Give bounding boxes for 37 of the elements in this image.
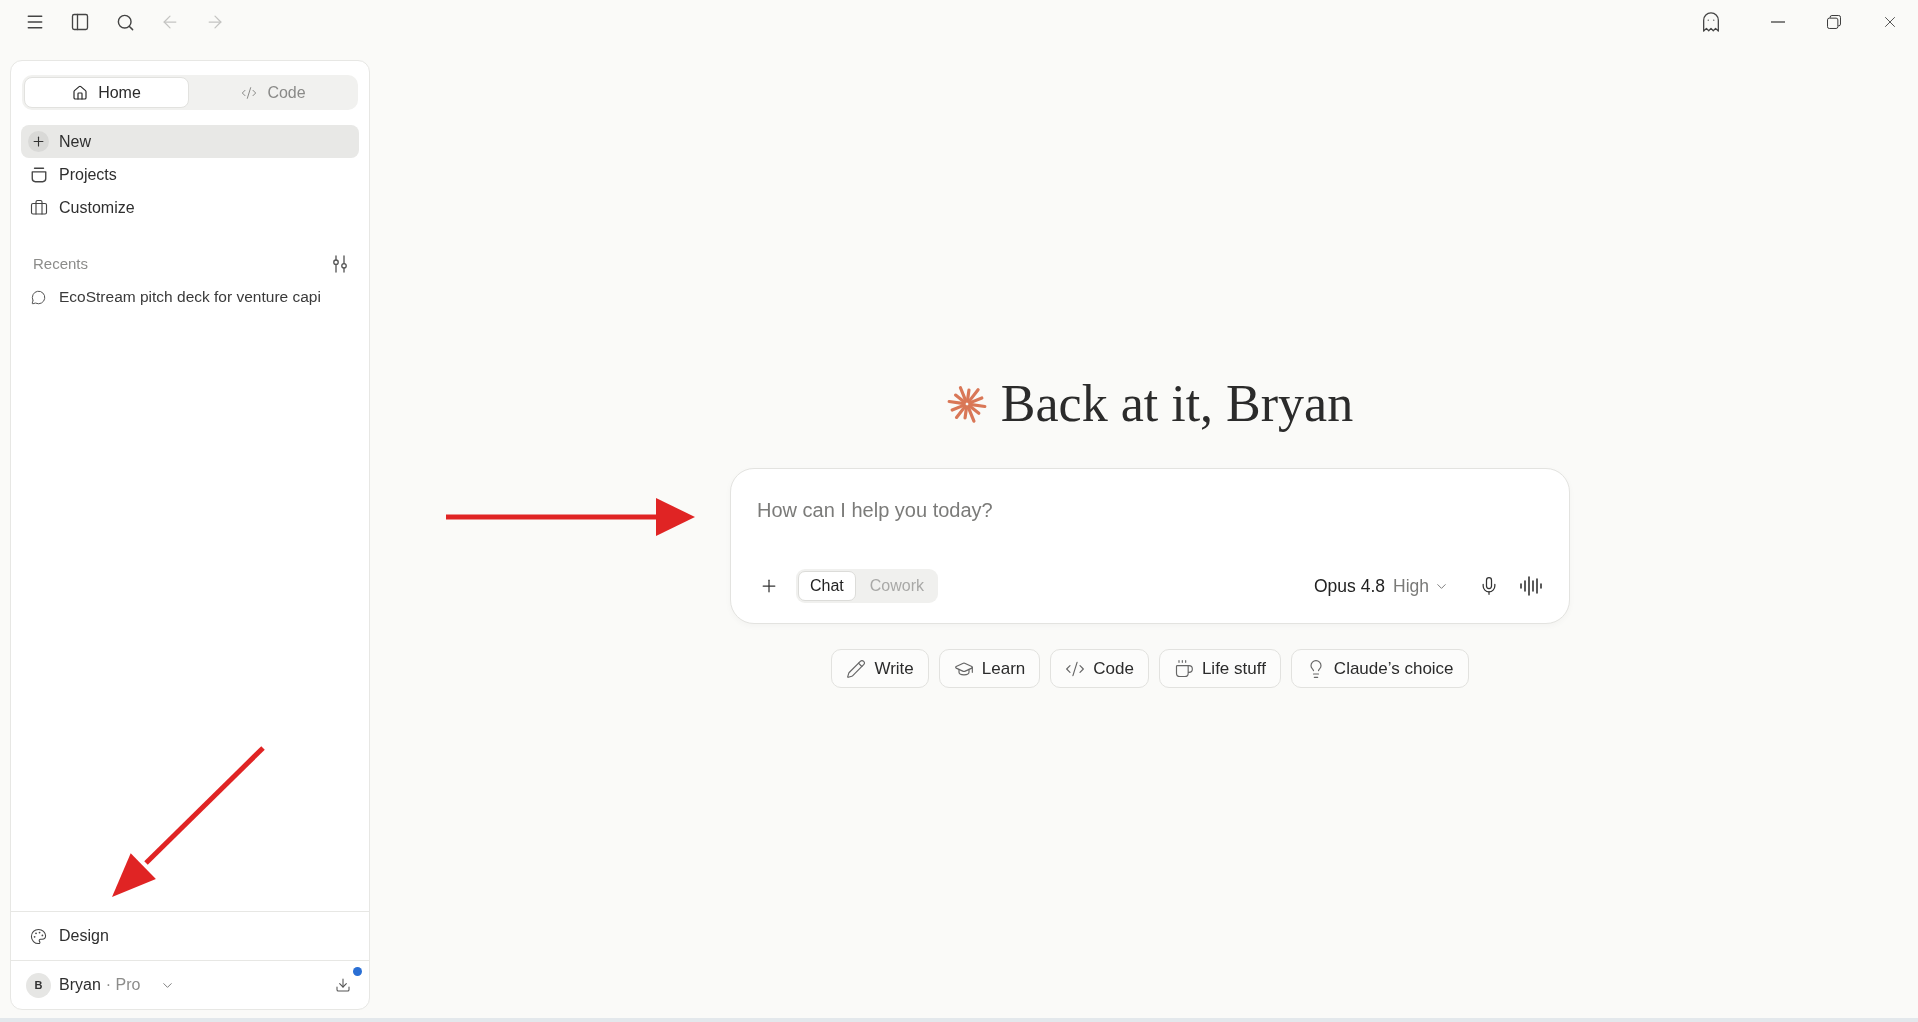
message-input[interactable]: How can I help you today? — [753, 497, 1547, 523]
coffee-cup-icon — [1173, 658, 1194, 679]
suggestion-button[interactable]: Learn — [938, 649, 1041, 688]
suggestion-button[interactable]: Write — [831, 649, 929, 688]
tray-icon — [29, 165, 48, 184]
recents-heading: Recents — [33, 253, 89, 274]
suggestion-button[interactable]: Claude’s choice — [1290, 649, 1469, 688]
speech-bubble-icon — [31, 289, 46, 305]
sidebar-nav-item[interactable]: Customize — [21, 191, 359, 224]
menu-icon — [25, 12, 45, 32]
user-avatar: B — [26, 972, 51, 998]
sidebar-nav-item[interactable]: New — [21, 125, 359, 158]
palette-icon — [30, 927, 47, 945]
code-icon — [241, 84, 258, 101]
suggestion-button[interactable]: Life stuff — [1158, 649, 1281, 688]
sidebar-nav-item[interactable]: Projects — [21, 158, 359, 191]
design-item[interactable]: Design — [11, 912, 369, 960]
home-tab[interactable]: Home — [24, 77, 189, 108]
house-icon — [72, 84, 89, 101]
recent-chat-item[interactable]: EcoStream pitch deck for venture capi — [21, 282, 359, 312]
plus-icon — [28, 131, 49, 152]
account-menu-button[interactable]: Bryan · Pro — [59, 973, 176, 997]
sliders-icon — [332, 255, 348, 273]
suggestion-button[interactable]: Code — [1050, 649, 1149, 688]
restore-icon — [1827, 15, 1841, 29]
briefcase-icon — [29, 198, 48, 217]
search-icon — [115, 12, 135, 32]
sound-wave-icon — [1520, 576, 1542, 596]
ghost-icon — [1700, 11, 1722, 33]
download-icon — [335, 977, 351, 993]
sidebar-panel-icon — [70, 12, 90, 32]
mode-tab[interactable]: Chat — [798, 571, 856, 601]
model-selector[interactable]: Opus 4.8 High — [1313, 572, 1449, 600]
spark-logo-icon — [946, 384, 987, 424]
greeting-heading: Back at it, Bryan — [1000, 374, 1354, 434]
minimize-icon — [1771, 21, 1785, 23]
pencil-icon — [846, 658, 867, 679]
